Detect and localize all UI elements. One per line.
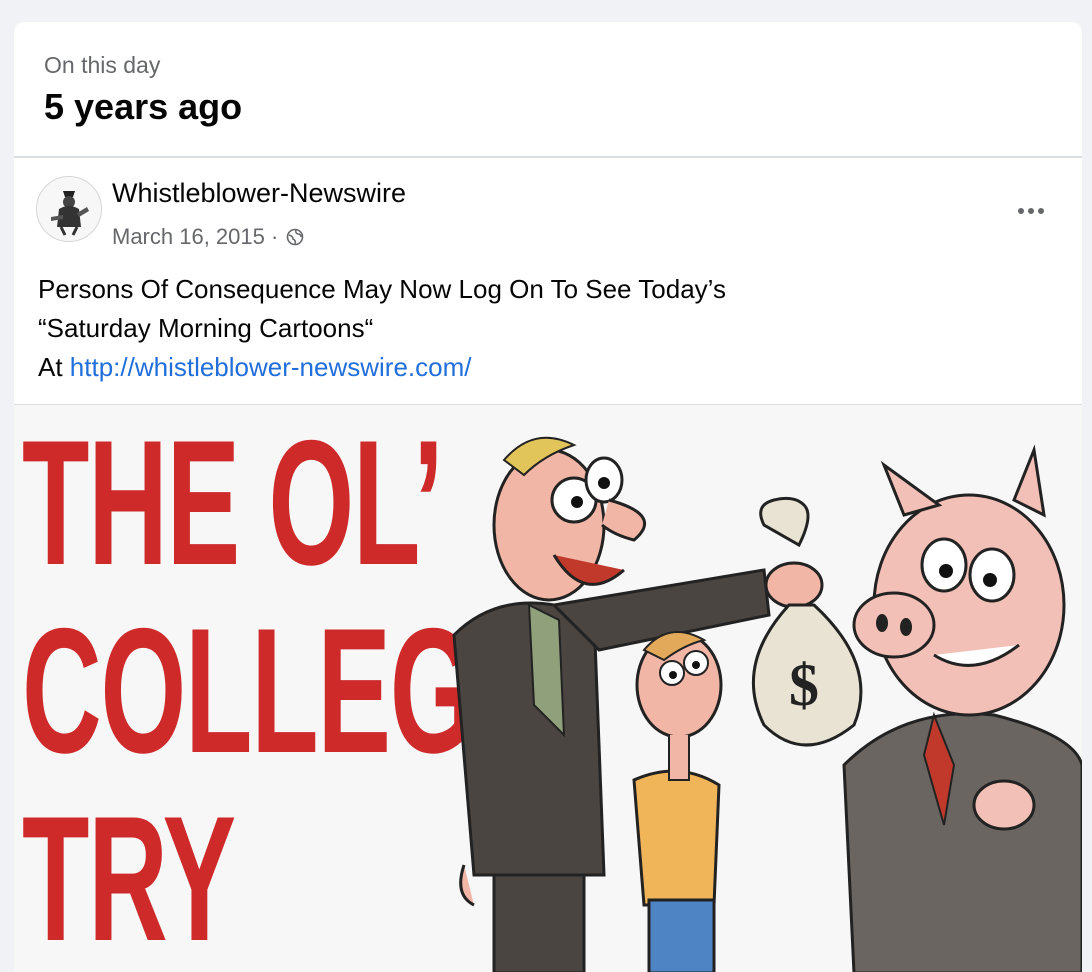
money-bag-icon: $ xyxy=(751,496,863,747)
more-options-button[interactable] xyxy=(1016,192,1046,223)
cartoon-title: THE OL’ COLLEGE TRY xyxy=(22,403,548,972)
post-image[interactable]: THE OL’ COLLEGE TRY $ xyxy=(14,405,1082,972)
post-author[interactable]: Whistleblower-Newswire xyxy=(112,178,406,209)
avatar-figure-icon xyxy=(37,177,101,241)
avatar[interactable] xyxy=(36,176,102,242)
post-link[interactable]: http://whistleblower-newswire.com/ xyxy=(70,352,472,382)
cartoon-illustration: $ xyxy=(452,436,1082,972)
memory-kicker: On this day xyxy=(44,52,161,78)
svg-text:$: $ xyxy=(789,652,819,718)
post-text-line: At http://whistleblower-newswire.com/ xyxy=(38,348,1038,387)
cartoon-title-line: TRY xyxy=(22,779,236,972)
post-text: Persons Of Consequence May Now Log On To… xyxy=(38,270,1038,387)
cartoon-title-line: THE OL’ xyxy=(22,403,444,602)
cartoon-title-line: COLLEGE xyxy=(22,591,548,790)
memory-card: On this day 5 years ago Whistleblower-Ne… xyxy=(14,22,1082,972)
memory-headline: 5 years ago xyxy=(44,86,243,127)
kid-figure-icon xyxy=(632,631,723,972)
post-text-prefix: At xyxy=(38,352,70,382)
memory-header: On this day 5 years ago xyxy=(14,22,1082,156)
man-figure-icon xyxy=(452,436,771,972)
post-meta: March 16, 2015 · xyxy=(112,224,304,250)
pig-figure-icon xyxy=(842,444,1082,972)
post-text-line: Persons Of Consequence May Now Log On To… xyxy=(38,274,726,304)
globe-icon xyxy=(287,228,304,246)
post-text-line: “Saturday Morning Cartoons“ xyxy=(38,313,374,343)
post: Whistleblower-Newswire March 16, 2015 · … xyxy=(14,158,1082,404)
post-date[interactable]: March 16, 2015 · xyxy=(112,224,278,250)
ellipsis-icon xyxy=(1018,208,1044,214)
